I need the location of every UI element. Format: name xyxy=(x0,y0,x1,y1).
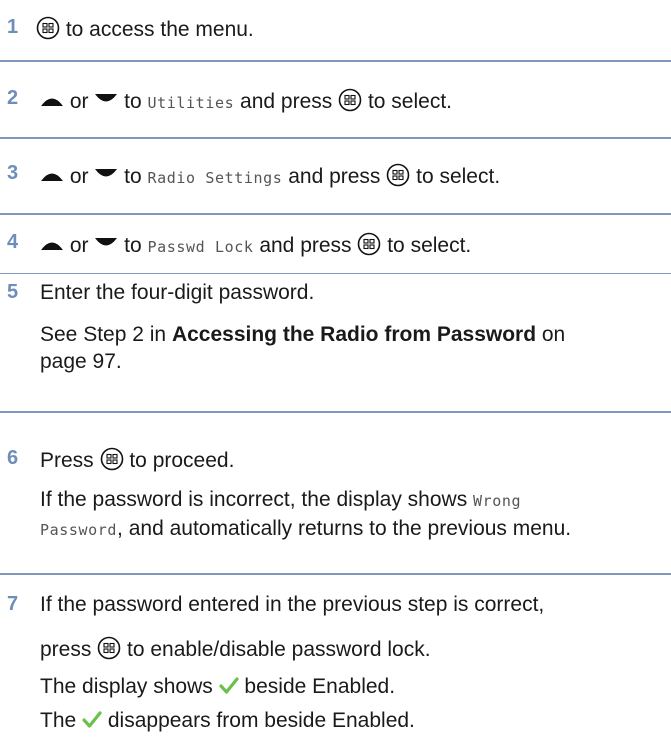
down-arrow-icon xyxy=(94,168,118,182)
step-6-text: Press to proceed. xyxy=(40,447,234,473)
page-reference: page 97. xyxy=(40,350,122,373)
divider xyxy=(0,213,671,215)
step-number-6: 6 xyxy=(7,447,19,469)
step-number-7: 7 xyxy=(7,593,19,615)
press-label: press xyxy=(40,638,98,661)
up-arrow-icon xyxy=(40,168,64,182)
menu-item-radio-settings: Radio Settings xyxy=(147,169,283,187)
result-text: The xyxy=(40,709,83,732)
step-6-note-line-1: If the password is incorrect, the displa… xyxy=(40,488,521,513)
divider xyxy=(0,573,671,575)
and-press-label: and press xyxy=(282,165,387,188)
checkmark-icon xyxy=(82,711,102,729)
step-5-note-line-1: See Step 2 in Accessing the Radio from P… xyxy=(40,323,565,347)
step-2-text: or to Utilities and press to select. xyxy=(40,88,452,115)
enable-disable-label: to enable/disable password lock. xyxy=(121,638,431,661)
step-7-result-disabled: The disappears from beside Enabled. xyxy=(40,709,415,733)
menu-ok-button-icon xyxy=(36,16,60,40)
menu-ok-button-icon xyxy=(386,163,410,187)
step-5-text: Enter the four-digit password. xyxy=(40,281,314,305)
up-arrow-icon xyxy=(40,237,64,251)
divider xyxy=(0,411,671,413)
menu-ok-button-icon xyxy=(100,447,124,471)
to-label: to xyxy=(118,90,148,113)
or-label: or xyxy=(64,90,95,113)
note-text: on xyxy=(536,323,566,346)
step-6-note-line-2: Password, and automatically returns to t… xyxy=(40,517,571,542)
step-7-result-enabled: The display shows beside Enabled. xyxy=(40,675,395,699)
step-number-5: 5 xyxy=(7,281,19,303)
step-1-text: to access the menu. xyxy=(36,16,254,42)
display-message-password: Password xyxy=(40,521,118,539)
to-proceed-label: to proceed. xyxy=(123,449,235,472)
display-message-wrong: Wrong xyxy=(473,492,522,510)
or-label: or xyxy=(64,165,95,188)
step-3-text: or to Radio Settings and press to select… xyxy=(40,163,500,190)
or-label: or xyxy=(64,234,95,257)
step-5-note-line-2: page 97. xyxy=(40,350,122,374)
step-7-text-line-2: press to enable/disable password lock. xyxy=(40,636,431,662)
divider xyxy=(0,137,671,139)
and-press-label: and press xyxy=(234,90,339,113)
result-text: disappears from beside Enabled. xyxy=(102,709,415,732)
and-press-label: and press xyxy=(253,234,358,257)
note-text: , and automatically returns to the previ… xyxy=(117,517,572,540)
note-text: If the password is incorrect, the displa… xyxy=(40,488,474,511)
to-label: to xyxy=(118,165,148,188)
to-select-label: to select. xyxy=(362,90,453,113)
step-number-4: 4 xyxy=(7,231,19,253)
menu-ok-button-icon xyxy=(97,636,121,660)
step-number-1: 1 xyxy=(7,16,19,38)
cross-reference-title: Accessing the Radio from Password xyxy=(171,323,537,346)
step-5-label: Enter the four-digit password. xyxy=(40,281,315,304)
divider xyxy=(0,60,671,62)
step-1-label: to access the menu. xyxy=(60,18,254,41)
menu-item-passwd-lock: Passwd Lock xyxy=(147,238,254,256)
step-7-text-line-1: If the password entered in the previous … xyxy=(40,593,544,617)
checkmark-icon xyxy=(218,677,239,695)
note-text: See Step 2 in xyxy=(40,323,172,346)
step-7-label: If the password entered in the previous … xyxy=(40,593,545,616)
down-arrow-icon xyxy=(94,237,118,251)
to-select-label: to select. xyxy=(410,165,501,188)
down-arrow-icon xyxy=(94,93,118,107)
step-number-2: 2 xyxy=(7,87,19,109)
to-select-label: to select. xyxy=(381,234,472,257)
result-text: The display shows xyxy=(40,675,219,698)
press-label: Press xyxy=(40,449,100,472)
step-4-text: or to Passwd Lock and press to select. xyxy=(40,232,471,259)
menu-ok-button-icon xyxy=(357,232,381,256)
result-text: beside Enabled. xyxy=(238,675,396,698)
step-number-3: 3 xyxy=(7,162,19,184)
menu-ok-button-icon xyxy=(338,88,362,112)
to-label: to xyxy=(118,234,148,257)
up-arrow-icon xyxy=(40,93,64,107)
menu-item-utilities: Utilities xyxy=(147,94,235,112)
divider xyxy=(0,273,671,274)
